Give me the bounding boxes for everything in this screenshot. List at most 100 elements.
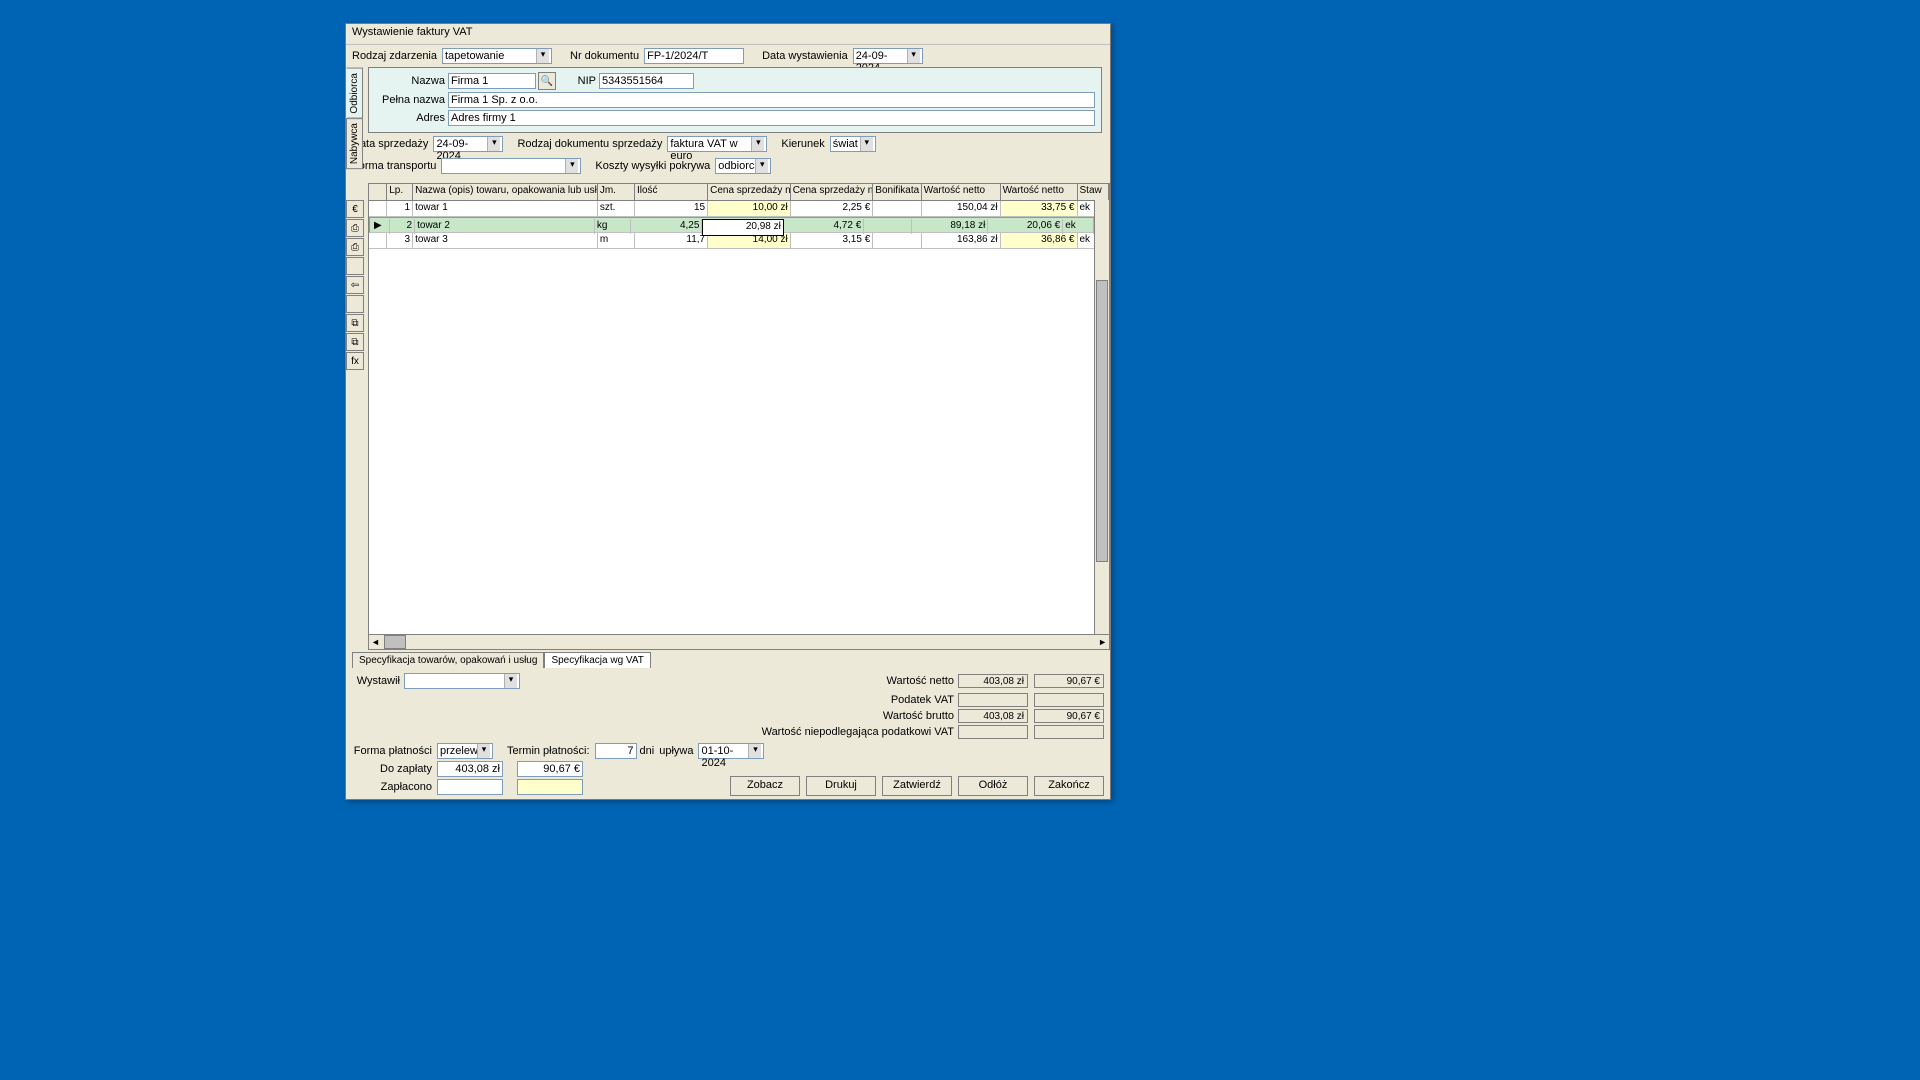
cell[interactable]: [873, 201, 922, 216]
col-header[interactable]: Cena sprzedaży netto: [708, 184, 791, 200]
cell[interactable]: 15: [635, 201, 708, 216]
col-header[interactable]: Lp.: [387, 184, 413, 200]
side-button-7[interactable]: ⧉: [346, 333, 364, 351]
nip-input[interactable]: 5343551564: [599, 73, 694, 89]
cell[interactable]: 10,00 zł: [708, 201, 791, 216]
adres-input[interactable]: Adres firmy 1: [448, 110, 1095, 126]
data-wystawienia-label: Data wystawienia: [762, 50, 848, 62]
col-header[interactable]: [369, 184, 387, 200]
cell[interactable]: 89,18 zł: [912, 219, 989, 234]
side-button-2[interactable]: ⎙: [346, 238, 364, 256]
do-zaplaty-label: Do zapłaty: [352, 763, 432, 775]
pelna-nazwa-input[interactable]: Firma 1 Sp. z o.o.: [448, 92, 1095, 108]
do-zaplaty-eu: 90,67 €: [517, 761, 583, 777]
cell[interactable]: towar 1: [413, 201, 598, 216]
tab-specyfikacja-vat[interactable]: Specyfikacja wg VAT: [544, 652, 650, 668]
vertical-scrollbar[interactable]: [1094, 200, 1109, 635]
cell[interactable]: towar 3: [413, 233, 598, 248]
col-header[interactable]: Wartość netto: [922, 184, 1001, 200]
podatek-vat-label: Podatek VAT: [891, 694, 954, 706]
table-row[interactable]: ▶2towar 2kg4,2520,98 zł4,72 € 89,18 zł20,…: [369, 217, 1109, 233]
zaplacono-eu[interactable]: [517, 779, 583, 795]
zobacz-button[interactable]: Zobacz: [730, 776, 800, 796]
cell[interactable]: 2,25 €: [791, 201, 874, 216]
side-button-3[interactable]: [346, 257, 364, 275]
odloz-button[interactable]: Odłóż: [958, 776, 1028, 796]
cell[interactable]: m: [598, 233, 635, 248]
rodzaj-dokumentu-select[interactable]: faktura VAT w euro: [667, 136, 767, 152]
wystawil-label: Wystawił: [352, 675, 400, 687]
cell[interactable]: 4,72 €: [784, 219, 864, 234]
forma-transportu-select[interactable]: [441, 158, 581, 174]
koszty-wysylki-select[interactable]: odbiorca: [715, 158, 771, 174]
nazwa-input[interactable]: Firma 1: [448, 73, 536, 89]
zakoncz-button[interactable]: Zakończ: [1034, 776, 1104, 796]
col-header[interactable]: Ilość: [635, 184, 708, 200]
wartosc-brutto-label: Wartość brutto: [883, 710, 954, 722]
zatwierdz-button[interactable]: Zatwierdź: [882, 776, 952, 796]
cell[interactable]: ▶: [372, 219, 390, 234]
horizontal-scrollbar[interactable]: ◄ ►: [369, 634, 1109, 649]
do-zaplaty-zl: 403,08 zł: [437, 761, 503, 777]
forma-platnosci-label: Forma płatności: [352, 745, 432, 757]
nr-dokumentu-label: Nr dokumentu: [570, 50, 639, 62]
drukuj-button[interactable]: Drukuj: [806, 776, 876, 796]
cell[interactable]: 20,06 €: [988, 219, 1063, 234]
cell[interactable]: 150,04 zł: [922, 201, 1001, 216]
recipient-panel: Odbiorca Nabywca Nazwa Firma 1 🔍 NIP 534…: [368, 67, 1102, 133]
items-grid[interactable]: Lp.Nazwa (opis) towaru, opakowania lub u…: [368, 183, 1110, 650]
table-row[interactable]: 1towar 1szt.1510,00 zł2,25 € 150,04 zł33,…: [369, 201, 1109, 217]
cell[interactable]: 36,86 €: [1001, 233, 1078, 248]
cell[interactable]: [864, 219, 911, 234]
cell[interactable]: towar 2: [415, 219, 595, 234]
uplywa-label: upływa: [659, 745, 693, 757]
side-button-0[interactable]: €: [346, 200, 364, 218]
side-button-8[interactable]: fx: [346, 352, 364, 370]
side-button-1[interactable]: ⎙: [346, 219, 364, 237]
cell[interactable]: 1: [387, 201, 413, 216]
wartosc-netto-zl: 403,08 zł: [958, 674, 1028, 688]
rodzaj-zdarzenia-select[interactable]: tapetowanie: [442, 48, 552, 64]
termin-platnosci-input[interactable]: 7: [595, 743, 637, 759]
koszty-wysylki-label: Koszty wysyłki pokrywa: [595, 160, 710, 172]
cell[interactable]: ek: [1063, 219, 1094, 234]
tab-specyfikacja-towarow[interactable]: Specyfikacja towarów, opakowań i usług: [352, 652, 544, 668]
dni-label: dni: [640, 745, 655, 757]
cell[interactable]: [873, 233, 922, 248]
col-header[interactable]: Cena sprzedaży netto: [791, 184, 874, 200]
data-wystawienia-select[interactable]: 24-09-2024: [853, 48, 923, 64]
nr-dokumentu-input[interactable]: FP-1/2024/T: [644, 48, 744, 64]
cell[interactable]: 163,86 zł: [922, 233, 1001, 248]
forma-platnosci-select[interactable]: przelew: [437, 743, 493, 759]
window-title: Wystawienie faktury VAT: [346, 24, 1110, 45]
cell[interactable]: 3,15 €: [791, 233, 874, 248]
cell[interactable]: 4,25: [631, 219, 702, 234]
tab-nabywca[interactable]: Nabywca: [346, 118, 363, 169]
cell[interactable]: 2: [390, 219, 415, 234]
zaplacono-zl[interactable]: [437, 779, 503, 795]
side-toolbar: €⎙⎙⇦⧉⧉fx: [346, 200, 364, 370]
kierunek-select[interactable]: świat: [830, 136, 876, 152]
data-sprzedazy-select[interactable]: 24-09-2024: [433, 136, 503, 152]
cell[interactable]: 3: [387, 233, 413, 248]
cell[interactable]: [369, 233, 387, 248]
col-header[interactable]: Wartość netto: [1001, 184, 1078, 200]
tab-odbiorca[interactable]: Odbiorca: [346, 68, 363, 119]
wystawil-select[interactable]: [404, 673, 520, 689]
cell[interactable]: 11,7: [635, 233, 708, 248]
uplywa-select[interactable]: 01-10-2024: [698, 743, 764, 759]
cell[interactable]: 33,75 €: [1001, 201, 1078, 216]
forma-transportu-label: Forma transportu: [352, 160, 436, 172]
cell[interactable]: [369, 201, 387, 216]
side-button-5[interactable]: [346, 295, 364, 313]
lookup-icon[interactable]: 🔍: [538, 72, 556, 90]
cell[interactable]: 20,98 zł: [702, 219, 783, 236]
col-header[interactable]: Jm.: [598, 184, 635, 200]
col-header[interactable]: Staw: [1078, 184, 1109, 200]
col-header[interactable]: Nazwa (opis) towaru, opakowania lub usłu…: [413, 184, 598, 200]
side-button-6[interactable]: ⧉: [346, 314, 364, 332]
cell[interactable]: szt.: [598, 201, 635, 216]
cell[interactable]: kg: [595, 219, 631, 234]
col-header[interactable]: Bonifikata: [873, 184, 922, 200]
side-button-4[interactable]: ⇦: [346, 276, 364, 294]
